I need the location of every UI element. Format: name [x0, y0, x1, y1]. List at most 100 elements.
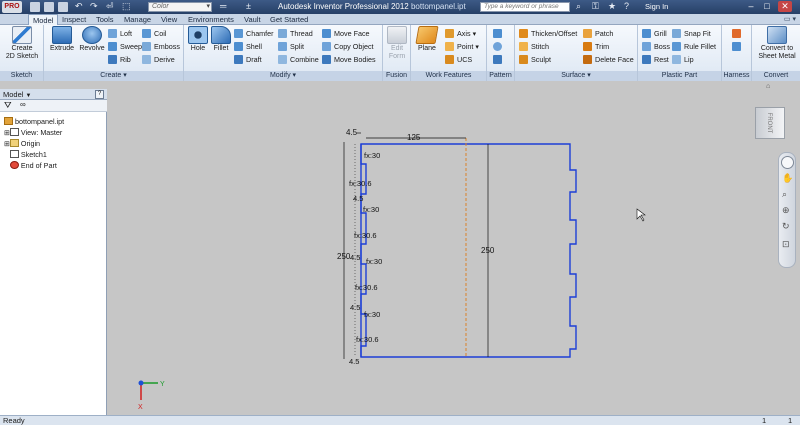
redo-icon[interactable]: ↷: [90, 1, 98, 12]
tree-item-part[interactable]: bottompanel.ipt: [4, 117, 64, 127]
browser-help-icon[interactable]: ?: [95, 90, 104, 99]
tab-model[interactable]: Model: [28, 14, 59, 25]
application-menu-button[interactable]: PRO: [2, 1, 22, 13]
tab-inspect[interactable]: Inspect: [58, 14, 90, 25]
combine-button[interactable]: Combine: [278, 54, 319, 65]
tree-item-sketch[interactable]: ⊞Sketch1: [4, 150, 47, 160]
measure-icon[interactable]: ±: [246, 1, 251, 11]
search-input[interactable]: Type a keyword or phrase: [480, 2, 570, 12]
viewcube[interactable]: FRONT: [755, 107, 785, 139]
tree-item-end-of-part[interactable]: ⊞End of Part: [4, 161, 57, 171]
tree-item-view[interactable]: ⊞ View: Master: [4, 128, 62, 138]
loft-icon: [108, 29, 117, 38]
orbit-icon[interactable]: ↻: [782, 221, 790, 232]
emboss-button[interactable]: Emboss: [142, 41, 180, 52]
fillet-button[interactable]: Fillet: [210, 26, 232, 53]
extrude-button[interactable]: Extrude: [48, 26, 76, 53]
patch-button[interactable]: Patch: [583, 28, 613, 39]
copy-object-button[interactable]: Copy Object: [322, 41, 374, 52]
return-icon[interactable]: ⏎: [106, 1, 114, 12]
key-icon[interactable]: ⚿: [592, 1, 599, 12]
folder-icon: [9, 139, 19, 147]
coil-button[interactable]: Coil: [142, 28, 166, 39]
point-icon: [445, 42, 454, 51]
delete-face-icon: [583, 55, 592, 64]
thicken-offset-button[interactable]: Thicken/Offset: [519, 28, 577, 39]
tab-tools[interactable]: Tools: [92, 14, 118, 25]
work-features-panel: Plane Axis ▾ Point ▾ UCS Work Features: [411, 25, 487, 81]
draft-button[interactable]: Draft: [234, 54, 262, 65]
circular-pattern-button[interactable]: [493, 41, 505, 52]
tab-vault[interactable]: Vault: [240, 14, 265, 25]
close-button[interactable]: ✕: [778, 1, 792, 12]
tree-item-origin[interactable]: ⊞ Origin: [4, 139, 40, 149]
maximize-button[interactable]: □: [760, 1, 774, 12]
grill-button[interactable]: Grill: [642, 28, 667, 39]
find-icon[interactable]: ∞: [20, 100, 26, 109]
rule-fillet-button[interactable]: Rule Fillet: [672, 41, 716, 52]
lip-button[interactable]: Lip: [672, 54, 694, 65]
home-view-icon[interactable]: ⌂: [766, 83, 776, 91]
derive-button[interactable]: Derive: [142, 54, 175, 65]
steering-wheel-icon[interactable]: [781, 156, 794, 169]
move-face-button[interactable]: Move Face: [322, 28, 370, 39]
mirror-button[interactable]: [493, 54, 505, 65]
star-icon[interactable]: ★: [608, 1, 616, 12]
filter-icon[interactable]: ⛛: [4, 100, 12, 111]
save-icon[interactable]: [58, 2, 68, 12]
loft-button[interactable]: Loft: [108, 28, 132, 39]
sculpt-button[interactable]: Sculpt: [519, 54, 551, 65]
shell-button[interactable]: Shell: [234, 41, 262, 52]
rib-button[interactable]: Rib: [108, 54, 131, 65]
help-icon[interactable]: ?: [624, 1, 629, 11]
snap-fit-button[interactable]: Snap Fit: [672, 28, 711, 39]
stitch-button[interactable]: Stitch: [519, 41, 549, 52]
look-at-icon[interactable]: ⊡: [782, 239, 790, 250]
convert-to-sheet-metal-button[interactable]: Convert to Sheet Metal: [754, 26, 800, 61]
graphics-window[interactable]: [107, 81, 800, 415]
move-bodies-button[interactable]: Move Bodies: [322, 54, 376, 65]
modify-panel-label[interactable]: Modify ▾: [184, 71, 382, 81]
sign-in-link[interactable]: Sign In: [645, 2, 668, 11]
harness-tool-button-2[interactable]: [732, 41, 744, 52]
select-icon[interactable]: ⬚: [122, 1, 131, 12]
rest-button[interactable]: Rest: [642, 54, 669, 65]
zoom-window-icon[interactable]: ⊕: [782, 205, 790, 216]
create-2d-sketch-button[interactable]: Create 2D Sketch: [3, 26, 41, 61]
ucs-button[interactable]: UCS: [445, 54, 472, 65]
harness-tool-button-1[interactable]: [732, 28, 744, 39]
pan-icon[interactable]: ✋: [782, 173, 793, 184]
material-icon[interactable]: ═: [220, 1, 226, 11]
trim-button[interactable]: Trim: [583, 41, 609, 52]
minimize-button[interactable]: –: [744, 1, 758, 12]
sweep-button[interactable]: Sweep: [108, 41, 142, 52]
rectangular-pattern-button[interactable]: [493, 28, 505, 39]
new-file-icon[interactable]: [30, 2, 40, 12]
hole-button[interactable]: Hole: [186, 26, 210, 53]
ribbon-minimize-icon[interactable]: ▭ ▾: [784, 15, 796, 23]
delete-face-button[interactable]: Delete Face: [583, 54, 634, 65]
create-panel-label[interactable]: Create ▾: [44, 71, 183, 81]
tab-get-started[interactable]: Get Started: [266, 14, 312, 25]
axis-button[interactable]: Axis ▾: [445, 28, 476, 39]
search-icon[interactable]: ⌕: [576, 1, 581, 12]
split-button[interactable]: Split: [278, 41, 304, 52]
color-dropdown[interactable]: Color ▾: [148, 2, 212, 12]
chamfer-button[interactable]: Chamfer: [234, 28, 274, 39]
undo-icon[interactable]: ↶: [75, 1, 83, 12]
point-button[interactable]: Point ▾: [445, 41, 479, 52]
plane-button[interactable]: Plane: [414, 26, 440, 53]
zoom-icon[interactable]: ⌕: [782, 189, 787, 200]
surface-panel-label[interactable]: Surface ▾: [515, 71, 637, 81]
revolve-icon: [82, 26, 102, 44]
revolve-button[interactable]: Revolve: [78, 26, 106, 53]
edit-form-button[interactable]: Edit Form: [385, 26, 409, 61]
thread-button[interactable]: Thread: [278, 28, 313, 39]
tab-environments[interactable]: Environments: [184, 14, 238, 25]
open-file-icon[interactable]: [44, 2, 54, 12]
tab-manage[interactable]: Manage: [120, 14, 155, 25]
convert-panel: Convert to Sheet Metal Convert: [752, 25, 800, 81]
tab-view[interactable]: View: [157, 14, 181, 25]
browser-title[interactable]: Model ▼: [0, 89, 107, 100]
boss-button[interactable]: Boss: [642, 41, 670, 52]
